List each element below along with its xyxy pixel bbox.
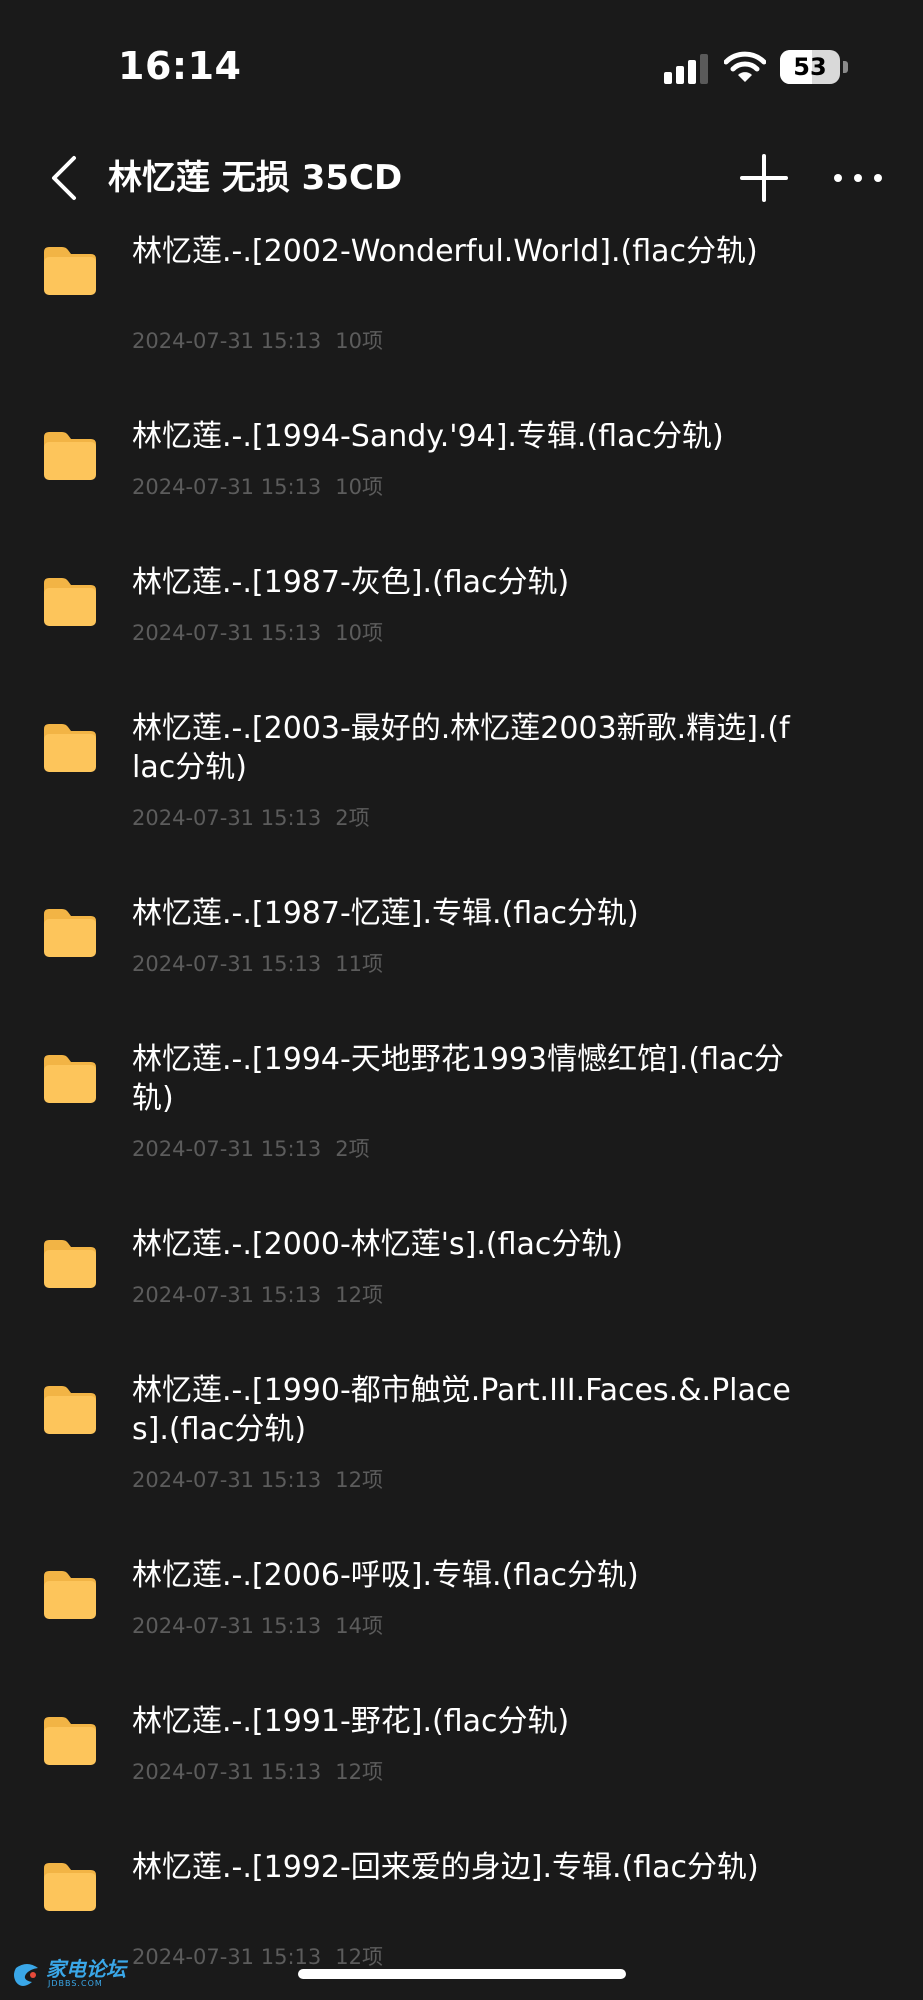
folder-name: 林忆莲.-.[2002-Wonderful.World].(flac分轨) (132, 234, 758, 269)
folder-name: 林忆莲.-.[2000-林忆莲's].(flac分轨) (132, 1227, 624, 1262)
folder-icon (40, 1052, 100, 1106)
folder-icon (40, 1237, 100, 1291)
folder-icon (40, 575, 100, 629)
folder-icon (40, 721, 100, 775)
folder-item[interactable]: 林忆莲.-.[1994-天地野花1993情憾红馆].(flac分轨) 2024-… (0, 1024, 923, 1209)
folder-date: 2024-07-31 15:13 (132, 621, 322, 645)
forum-logo-icon (14, 1964, 38, 1986)
folder-meta: 2024-07-31 15:13 11项 (132, 950, 383, 978)
folder-item[interactable]: 林忆莲.-.[1994-Sandy.'94].专辑.(flac分轨) 2024-… (0, 401, 923, 547)
folder-item[interactable]: 林忆莲.-.[2002-Wonderful.World].(flac分轨) 20… (0, 216, 923, 401)
folder-item-count: 2项 (335, 1137, 370, 1161)
status-time: 16:14 (118, 44, 242, 88)
folder-date: 2024-07-31 15:13 (132, 806, 322, 830)
folder-name: 林忆莲.-.[1994-天地野花1993情憾红馆].(flac分轨) (132, 1042, 784, 1116)
folder-item-count: 14项 (335, 1614, 383, 1638)
folder-item-count: 2项 (335, 806, 370, 830)
folder-name: 林忆莲.-.[1987-忆莲].专辑.(flac分轨) (132, 896, 639, 931)
more-button[interactable] (830, 152, 886, 204)
folder-icon (40, 244, 100, 298)
folder-icon (40, 1383, 100, 1437)
folder-meta: 2024-07-31 15:13 10项 (132, 327, 383, 355)
back-button[interactable] (40, 150, 96, 206)
ellipsis-icon (834, 174, 882, 182)
folder-item[interactable]: 林忆莲.-.[1987-忆莲].专辑.(flac分轨) 2024-07-31 1… (0, 878, 923, 1024)
folder-name: 林忆莲.-.[1994-Sandy.'94].专辑.(flac分轨) (132, 419, 724, 454)
folder-meta: 2024-07-31 15:13 12项 (132, 1281, 383, 1309)
forum-name: 家电论坛 (46, 1957, 126, 1981)
folder-meta: 2024-07-31 15:13 2项 (132, 1135, 370, 1163)
folder-date: 2024-07-31 15:13 (132, 1468, 322, 1492)
cellular-signal-icon (664, 54, 708, 84)
chevron-left-icon (52, 156, 76, 200)
folder-meta: 2024-07-31 15:13 14项 (132, 1612, 383, 1640)
folder-name: 林忆莲.-.[1991-野花].(flac分轨) (132, 1704, 570, 1739)
folder-meta: 2024-07-31 15:13 12项 (132, 1758, 383, 1786)
folder-date: 2024-07-31 15:13 (132, 952, 322, 976)
page-title: 林忆莲 无损 35CD (108, 158, 403, 198)
folder-meta: 2024-07-31 15:13 12项 (132, 1466, 383, 1494)
battery-level: 53 (793, 53, 827, 81)
folder-date: 2024-07-31 15:13 (132, 1945, 322, 1969)
forum-domain: JDBBS.COM (48, 1979, 103, 1988)
folder-list[interactable]: 林忆莲.-.[2002-Wonderful.World].(flac分轨) 20… (0, 216, 923, 2000)
nav-bar: 林忆莲 无损 35CD (0, 140, 923, 216)
home-indicator[interactable] (298, 1969, 626, 1979)
folder-meta: 2024-07-31 15:13 10项 (132, 619, 383, 647)
folder-item[interactable]: 林忆莲.-.[1990-都市触觉.Part.III.Faces.&.Places… (0, 1355, 923, 1540)
folder-icon (40, 1568, 100, 1622)
folder-name: 林忆莲.-.[2003-最好的.林忆莲2003新歌.精选].(flac分轨) (132, 711, 790, 785)
add-button[interactable] (738, 152, 790, 204)
folder-date: 2024-07-31 15:13 (132, 1137, 322, 1161)
folder-name: 林忆莲.-.[1992-回来爱的身边].专辑.(flac分轨) (132, 1850, 759, 1885)
plus-icon (740, 154, 788, 202)
folder-icon (40, 1860, 100, 1914)
folder-item[interactable]: 林忆莲.-.[1987-灰色].(flac分轨) 2024-07-31 15:1… (0, 547, 923, 693)
folder-item-count: 12项 (335, 1468, 383, 1492)
folder-item[interactable]: 林忆莲.-.[2000-林忆莲's].(flac分轨) 2024-07-31 1… (0, 1209, 923, 1355)
wifi-icon (724, 51, 766, 82)
folder-meta: 2024-07-31 15:13 10项 (132, 473, 383, 501)
folder-item-count: 12项 (335, 1945, 383, 1969)
folder-date: 2024-07-31 15:13 (132, 475, 322, 499)
folder-item-count: 10项 (335, 329, 383, 353)
folder-date: 2024-07-31 15:13 (132, 1760, 322, 1784)
folder-date: 2024-07-31 15:13 (132, 329, 322, 353)
battery-icon: 53 (780, 50, 848, 86)
status-bar: 16:14 53 (0, 0, 923, 140)
folder-item-count: 10项 (335, 621, 383, 645)
folder-icon (40, 429, 100, 483)
folder-item[interactable]: 林忆莲.-.[2003-最好的.林忆莲2003新歌.精选].(flac分轨) 2… (0, 693, 923, 878)
folder-item-count: 12项 (335, 1283, 383, 1307)
folder-date: 2024-07-31 15:13 (132, 1614, 322, 1638)
folder-meta: 2024-07-31 15:13 12项 (132, 1943, 383, 1971)
folder-date: 2024-07-31 15:13 (132, 1283, 322, 1307)
folder-item-count: 12项 (335, 1760, 383, 1784)
forum-watermark: 家电论坛 JDBBS.COM (12, 1958, 132, 1992)
folder-icon (40, 1714, 100, 1768)
folder-name: 林忆莲.-.[1987-灰色].(flac分轨) (132, 565, 570, 600)
folder-item[interactable]: 林忆莲.-.[2006-呼吸].专辑.(flac分轨) 2024-07-31 1… (0, 1540, 923, 1686)
folder-name: 林忆莲.-.[1990-都市触觉.Part.III.Faces.&.Places… (132, 1373, 791, 1447)
folder-meta: 2024-07-31 15:13 2项 (132, 804, 370, 832)
folder-icon (40, 906, 100, 960)
folder-item-count: 11项 (335, 952, 383, 976)
folder-name: 林忆莲.-.[2006-呼吸].专辑.(flac分轨) (132, 1558, 639, 1593)
folder-item-count: 10项 (335, 475, 383, 499)
folder-item[interactable]: 林忆莲.-.[1991-野花].(flac分轨) 2024-07-31 15:1… (0, 1686, 923, 1832)
